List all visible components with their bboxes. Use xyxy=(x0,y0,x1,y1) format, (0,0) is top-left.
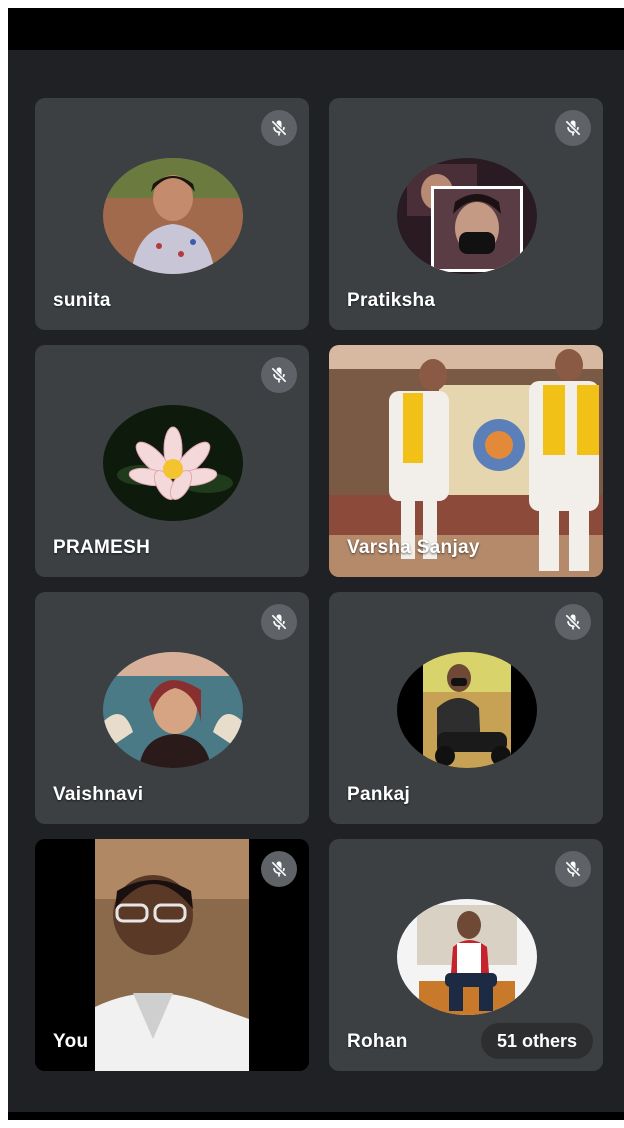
participant-name: You xyxy=(53,1031,89,1052)
mic-off-icon xyxy=(555,604,591,640)
mic-off-icon xyxy=(261,357,297,393)
avatar xyxy=(103,405,243,521)
mic-off-icon xyxy=(555,110,591,146)
participant-tile-pankaj[interactable]: Pankaj xyxy=(329,592,603,824)
avatar xyxy=(397,652,537,768)
avatar xyxy=(103,158,243,274)
avatar xyxy=(103,652,243,768)
participant-tile-rohan[interactable]: Rohan 51 others xyxy=(329,839,603,1071)
mic-off-icon xyxy=(261,110,297,146)
avatar xyxy=(397,158,537,274)
mic-off-icon xyxy=(261,604,297,640)
participant-tile-you[interactable]: You xyxy=(35,839,309,1071)
participant-name: sunita xyxy=(53,290,111,311)
participant-tile-pramesh[interactable]: PRAMESH xyxy=(35,345,309,577)
participant-name: Varsha Sanjay xyxy=(347,537,480,558)
mic-off-icon xyxy=(261,851,297,887)
participant-tile-sunita[interactable]: sunita xyxy=(35,98,309,330)
participant-name: Pratiksha xyxy=(347,290,436,311)
participant-tile-pratiksha[interactable]: Pratiksha xyxy=(329,98,603,330)
avatar xyxy=(397,899,537,1015)
participant-tile-varsha-sanjay[interactable]: Varsha Sanjay xyxy=(329,345,603,577)
participant-name: Pankaj xyxy=(347,784,411,805)
participant-name: PRAMESH xyxy=(53,537,151,558)
mic-off-icon xyxy=(555,851,591,887)
participant-name: Vaishnavi xyxy=(53,784,144,805)
participant-tile-vaishnavi[interactable]: Vaishnavi xyxy=(35,592,309,824)
meeting-screen: sunita Pratiksha PRAMESH Varsha Sanjay V… xyxy=(8,8,624,1120)
status-bar xyxy=(8,8,624,50)
others-count-chip[interactable]: 51 others xyxy=(480,1023,593,1059)
navigation-bar xyxy=(8,1112,624,1120)
participant-name: Rohan xyxy=(347,1031,408,1052)
